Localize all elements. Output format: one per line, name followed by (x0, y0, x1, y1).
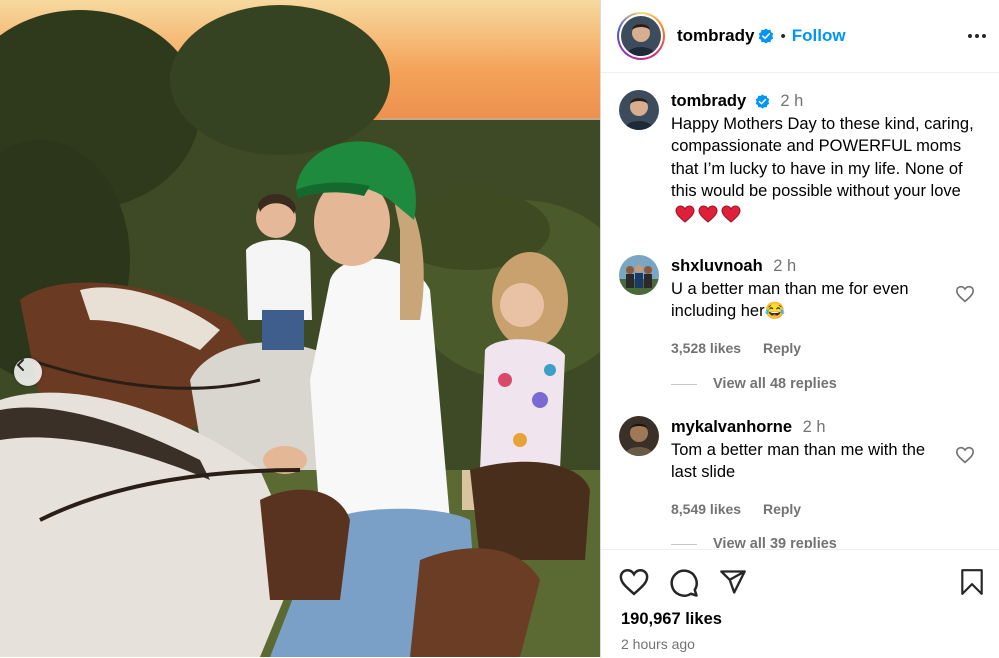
view-replies-label: View all 48 replies (713, 376, 837, 392)
comment-item: mykalvanhorne 2 h Tom a better man than … (619, 416, 981, 520)
previous-slide-button[interactable] (14, 358, 42, 386)
comment-like-heart-icon[interactable] (955, 285, 975, 303)
red-heart-emoji-icon (675, 205, 695, 223)
photo-illustration (0, 0, 600, 657)
view-replies-label: View all 39 replies (713, 536, 837, 548)
comment-like-heart-icon[interactable] (955, 446, 975, 464)
red-heart-emoji-icon (721, 205, 741, 223)
view-replies-button[interactable]: View all 48 replies (671, 376, 837, 392)
comment-like-count[interactable]: 3,528 likes (671, 340, 741, 356)
view-replies-button[interactable]: View all 39 replies (671, 536, 837, 548)
post-header: tombrady • Follow (601, 0, 999, 73)
chevron-left-icon (16, 359, 24, 371)
comment-item: shxluvnoah 2 h U a better man than me fo… (619, 255, 981, 359)
comment-text: Tom a better man than me with the last s… (671, 440, 926, 482)
caption-text: Happy Mothers Day to these kind, caring,… (671, 114, 974, 201)
caption-time: 2 h (780, 92, 804, 110)
separator-dot: • (780, 27, 786, 45)
verified-icon (759, 28, 774, 44)
comment-time: 2 h (773, 257, 797, 275)
follow-button[interactable]: Follow (792, 26, 846, 46)
comment-username[interactable]: mykalvanhorne (671, 418, 792, 436)
caption: tombrady 2 h Happy Mothers Day to these … (619, 90, 981, 225)
caption-username[interactable]: tombrady (671, 92, 746, 110)
reply-button[interactable]: Reply (763, 340, 801, 356)
replies-divider (671, 543, 697, 545)
author-avatar[interactable] (619, 90, 659, 130)
comment-time: 2 h (802, 418, 826, 436)
commenter-avatar[interactable] (619, 416, 659, 456)
replies-divider (671, 383, 697, 385)
post-actions: 190,967 likes 2 hours ago (601, 549, 999, 658)
more-options-button[interactable] (963, 22, 991, 50)
commenter-avatar[interactable] (619, 255, 659, 295)
bookmark-icon[interactable] (959, 568, 985, 596)
comment-username[interactable]: shxluvnoah (671, 257, 763, 275)
author-username[interactable]: tombrady (677, 26, 754, 46)
post-side-panel: tombrady • Follow tombrady 2 h Happy Mot… (600, 0, 999, 657)
comment-like-count[interactable]: 8,549 likes (671, 501, 741, 517)
heart-emojis (675, 205, 741, 223)
comment-icon[interactable] (669, 568, 699, 598)
post-timestamp[interactable]: 2 hours ago (621, 636, 695, 652)
heart-icon[interactable] (619, 568, 649, 596)
more-options-icon (968, 34, 986, 38)
post-viewer: tombrady • Follow tombrady 2 h Happy Mot… (0, 0, 999, 657)
red-heart-emoji-icon (698, 205, 718, 223)
reply-button[interactable]: Reply (763, 501, 801, 517)
comments-list[interactable]: tombrady 2 h Happy Mothers Day to these … (601, 74, 999, 548)
author-avatar (621, 16, 661, 56)
post-photo (0, 0, 600, 657)
share-icon[interactable] (719, 568, 747, 596)
author-avatar-ring[interactable] (617, 12, 665, 60)
verified-icon (755, 94, 770, 109)
comment-text: U a better man than me for even includin… (671, 279, 909, 321)
post-like-count[interactable]: 190,967 likes (621, 610, 722, 629)
